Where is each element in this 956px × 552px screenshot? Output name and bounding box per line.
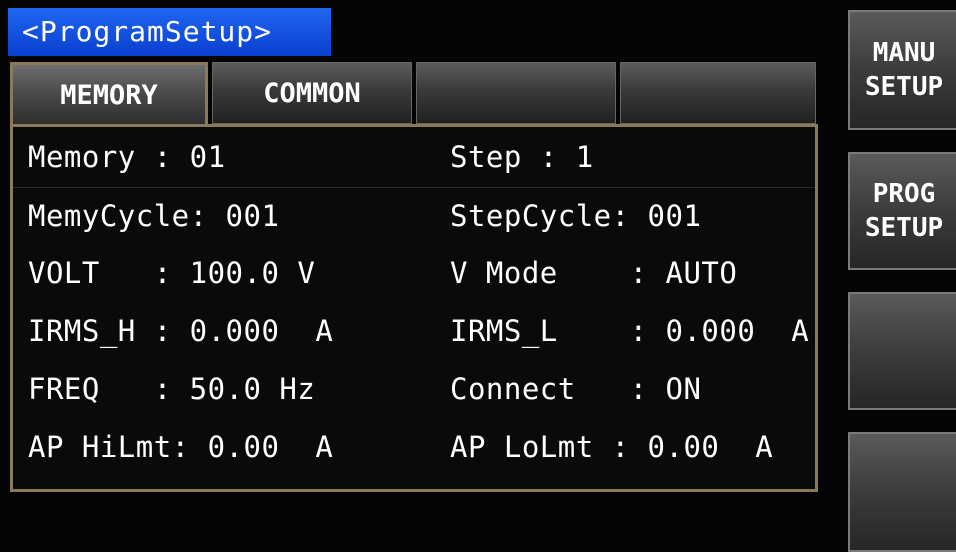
softkey-4-button[interactable] bbox=[848, 432, 956, 552]
softkey-3-button[interactable] bbox=[848, 292, 956, 410]
divider bbox=[13, 187, 815, 188]
prog-setup-label-line1: PROG bbox=[872, 179, 936, 209]
step-field[interactable]: Step : 1 bbox=[450, 140, 594, 174]
step-cycle-field[interactable]: StepCycle: 001 bbox=[450, 199, 701, 233]
ap-lolmt-field[interactable]: AP LoLmt : 0.00 A bbox=[450, 430, 773, 464]
memy-cycle-field[interactable]: MemyCycle: 001 bbox=[28, 199, 279, 233]
ap-hilmt-field[interactable]: AP HiLmt: 0.00 A bbox=[28, 430, 333, 464]
tab-empty-3[interactable] bbox=[416, 62, 616, 124]
tab-memory[interactable]: MEMORY bbox=[10, 62, 208, 128]
irms-l-field[interactable]: IRMS_L : 0.000 A bbox=[450, 314, 809, 348]
irms-h-field[interactable]: IRMS_H : 0.000 A bbox=[28, 314, 333, 348]
manu-setup-label-line2: SETUP bbox=[864, 72, 944, 102]
page-title: <ProgramSetup> bbox=[8, 8, 331, 56]
memory-field[interactable]: Memory : 01 bbox=[28, 140, 226, 174]
v-mode-field[interactable]: V Mode : AUTO bbox=[450, 256, 737, 290]
prog-setup-label-line2: SETUP bbox=[864, 213, 944, 243]
prog-setup-button[interactable]: PROG SETUP bbox=[848, 152, 956, 270]
manu-setup-button[interactable]: MANU SETUP bbox=[848, 10, 956, 130]
volt-field[interactable]: VOLT : 100.0 V bbox=[28, 256, 315, 290]
tab-empty-4[interactable] bbox=[620, 62, 816, 124]
tab-common[interactable]: COMMON bbox=[212, 62, 412, 124]
freq-field[interactable]: FREQ : 50.0 Hz bbox=[28, 372, 315, 406]
connect-field[interactable]: Connect : ON bbox=[450, 372, 701, 406]
manu-setup-label-line1: MANU bbox=[872, 38, 936, 68]
